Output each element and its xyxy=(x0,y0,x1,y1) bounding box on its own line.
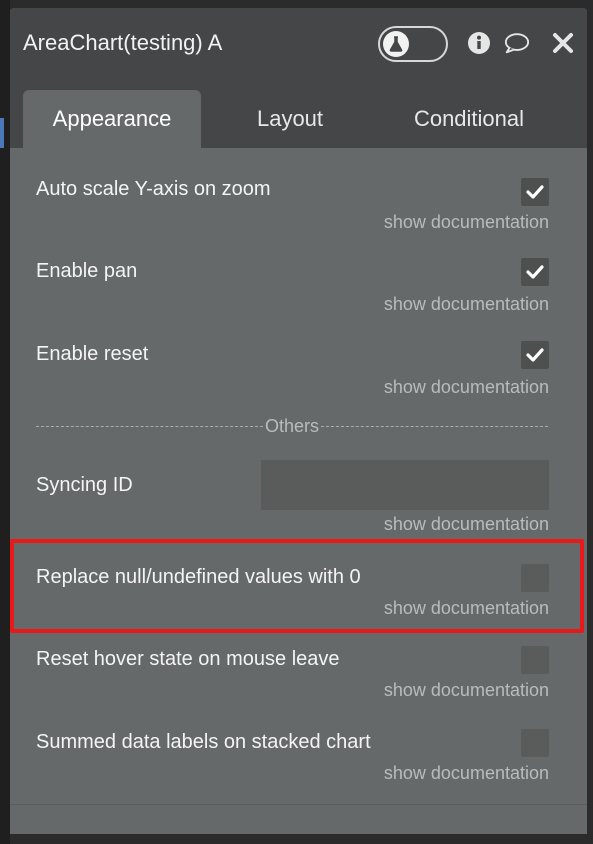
tab-appearance[interactable]: Appearance xyxy=(23,90,201,148)
tab-bar: Appearance Layout Conditional xyxy=(10,90,587,148)
background-edge xyxy=(0,0,10,844)
enable-pan-checkbox[interactable] xyxy=(521,258,549,286)
test-mode-toggle[interactable] xyxy=(378,26,448,62)
syncing-id-input[interactable] xyxy=(261,460,549,510)
separator-line xyxy=(321,426,548,427)
tab-conditional[interactable]: Conditional xyxy=(380,90,558,148)
setting-label: Auto scale Y-axis on zoom xyxy=(36,178,271,200)
checkmark-icon xyxy=(526,265,544,279)
panel-title: AreaChart(testing) A xyxy=(23,30,223,55)
enable-reset-checkbox[interactable] xyxy=(521,341,549,369)
setting-label: Syncing ID xyxy=(36,474,133,496)
separator-line xyxy=(36,426,263,427)
show-documentation-link[interactable]: show documentation xyxy=(384,212,549,233)
auto-scale-checkbox[interactable] xyxy=(521,178,549,206)
highlight-box xyxy=(10,539,584,633)
comment-icon[interactable] xyxy=(504,30,530,56)
reset-hover-checkbox[interactable] xyxy=(521,646,549,674)
background-accent xyxy=(0,118,4,148)
show-documentation-link[interactable]: show documentation xyxy=(384,763,549,784)
divider xyxy=(10,804,587,805)
property-editor-panel: AreaChart(testing) A Appearance Layout C… xyxy=(10,8,587,834)
summed-labels-checkbox[interactable] xyxy=(521,729,549,757)
checkmark-icon xyxy=(526,348,544,362)
close-icon[interactable] xyxy=(550,30,576,56)
show-documentation-link[interactable]: show documentation xyxy=(384,377,549,398)
tab-layout[interactable]: Layout xyxy=(215,90,365,148)
info-icon[interactable] xyxy=(466,30,492,56)
setting-label: Enable reset xyxy=(36,343,149,365)
setting-label: Summed data labels on stacked chart xyxy=(36,731,371,753)
checkmark-icon xyxy=(526,185,544,199)
separator-label: Others xyxy=(264,416,320,436)
setting-label: Enable pan xyxy=(36,260,138,282)
show-documentation-link[interactable]: show documentation xyxy=(384,294,549,315)
section-separator: Others xyxy=(36,416,548,437)
setting-label: Reset hover state on mouse leave xyxy=(36,648,340,670)
show-documentation-link[interactable]: show documentation xyxy=(384,680,549,701)
show-documentation-link[interactable]: show documentation xyxy=(384,514,549,535)
flask-icon xyxy=(383,31,409,57)
panel-header: AreaChart(testing) A Appearance Layout C… xyxy=(10,8,587,148)
